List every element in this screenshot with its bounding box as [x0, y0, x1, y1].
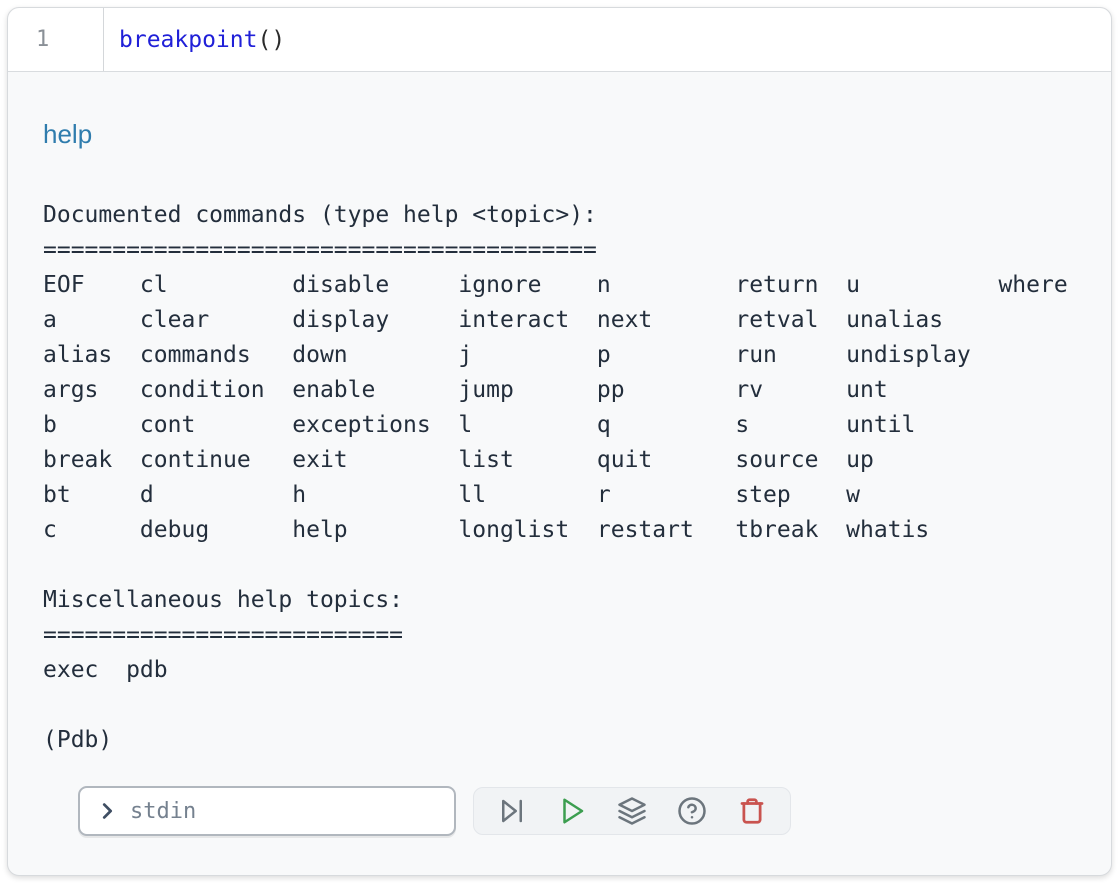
code-line[interactable]: breakpoint() — [104, 8, 285, 71]
stack-button[interactable] — [604, 790, 660, 832]
line-number: 1 — [36, 27, 49, 52]
code-token-parens: () — [257, 27, 285, 53]
stdin-input[interactable] — [128, 798, 442, 825]
code-runner-card: 1 breakpoint() help Documented commands … — [7, 7, 1112, 876]
controls-row — [78, 786, 1076, 836]
terminal-text: Documented commands (type help <topic>):… — [43, 198, 1076, 758]
trash-icon — [737, 796, 767, 826]
editor-gutter: 1 — [8, 8, 104, 71]
layers-icon — [617, 796, 647, 826]
stdin-inputbox[interactable] — [78, 786, 456, 836]
skip-next-icon — [497, 796, 527, 826]
chevron-right-icon — [96, 800, 118, 822]
help-button[interactable] — [664, 790, 720, 832]
code-token-builtin: breakpoint — [119, 27, 257, 53]
question-circle-icon — [677, 796, 707, 826]
step-button[interactable] — [484, 790, 540, 832]
clear-button[interactable] — [724, 790, 780, 832]
terminal-output-panel: help Documented commands (type help <top… — [8, 72, 1111, 836]
toolbar — [473, 787, 791, 835]
run-button[interactable] — [544, 790, 600, 832]
code-editor[interactable]: 1 breakpoint() — [8, 8, 1111, 72]
play-icon — [557, 796, 587, 826]
stdin-echo: help — [43, 117, 1076, 152]
